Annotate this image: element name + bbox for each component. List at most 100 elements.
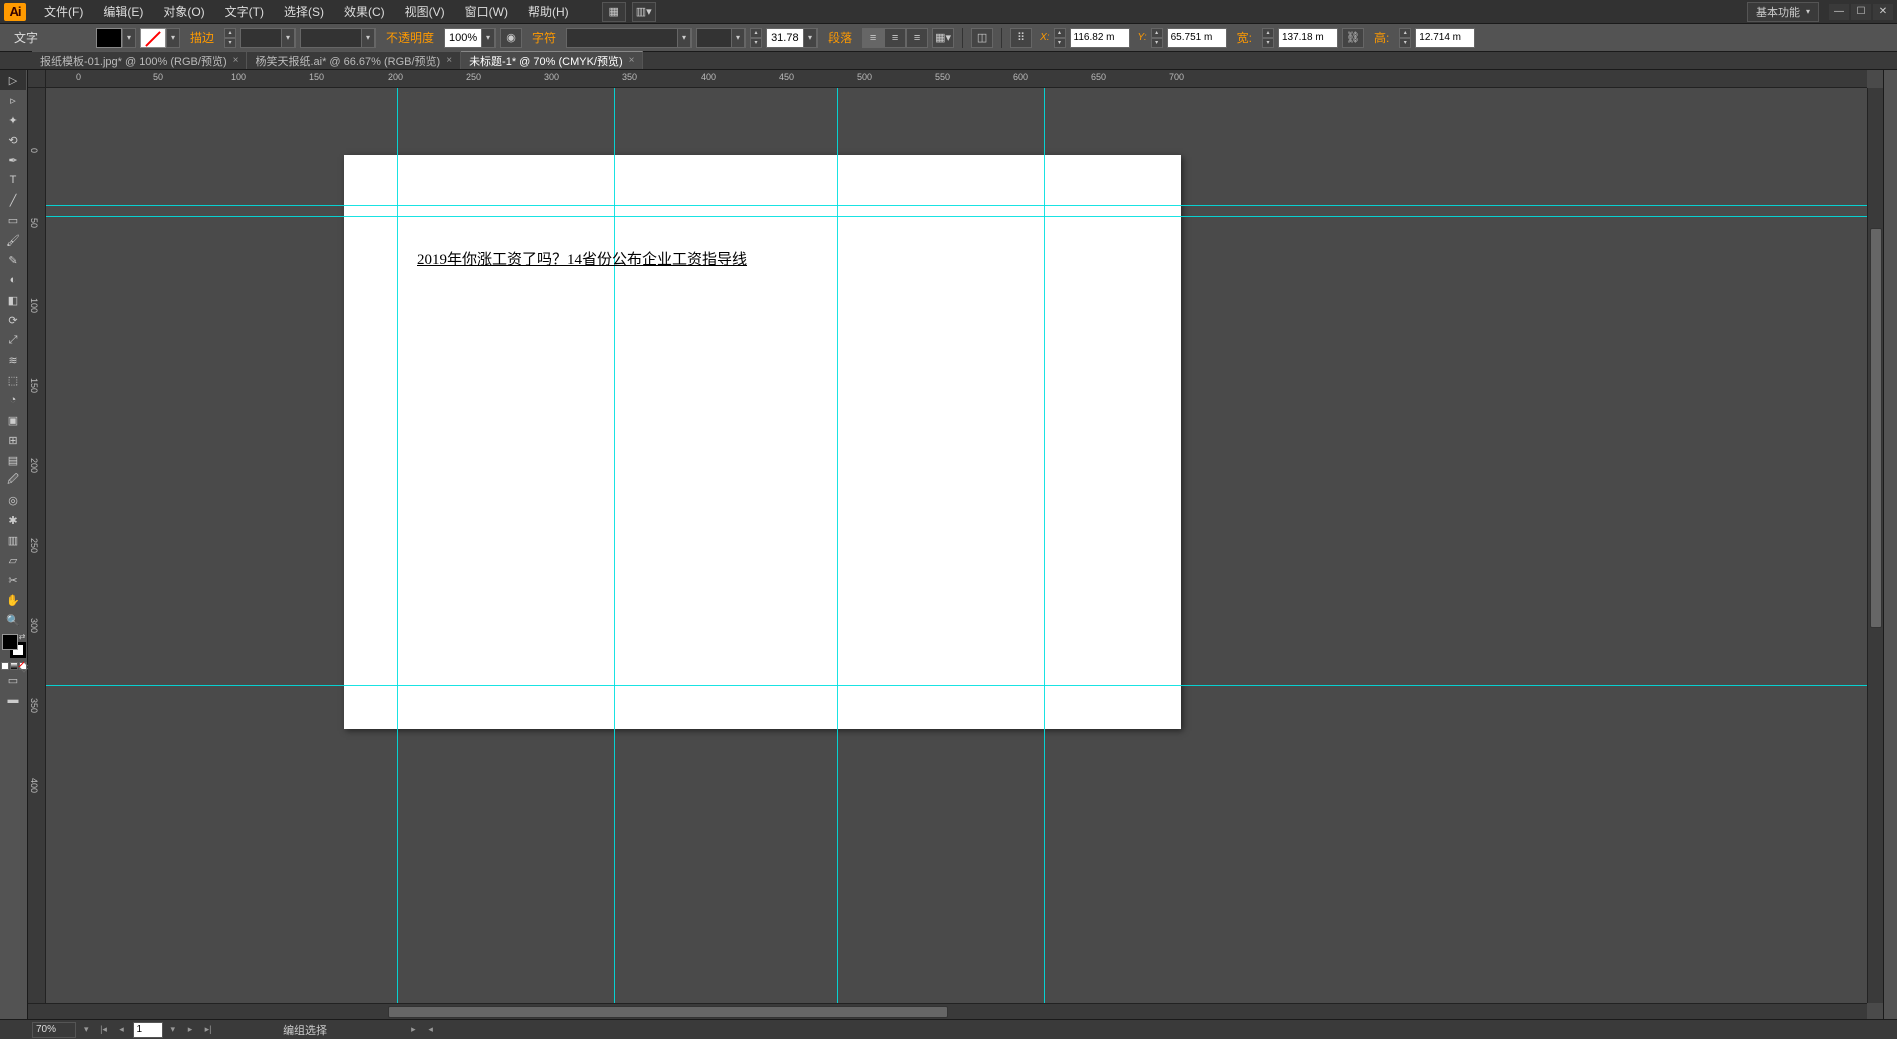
zoom-tool[interactable]: 🔍 bbox=[0, 610, 26, 630]
direct-selection-tool[interactable]: ▹ bbox=[0, 90, 26, 110]
scroll-thumb[interactable] bbox=[388, 1006, 948, 1018]
scroll-left-icon[interactable]: ◂ bbox=[424, 1023, 438, 1037]
link-wh-icon[interactable]: ⛓ bbox=[1342, 28, 1364, 48]
reference-point-icon[interactable]: ⠿ bbox=[1010, 28, 1032, 48]
menu-help[interactable]: 帮助(H) bbox=[518, 1, 579, 23]
selection-tool[interactable]: ▷ bbox=[0, 70, 26, 90]
guide-vertical[interactable] bbox=[837, 88, 838, 1003]
artboard-number-field[interactable] bbox=[133, 1022, 163, 1038]
h-stepper[interactable]: ▴▾ bbox=[1399, 28, 1411, 48]
gradient-tool[interactable]: ▤ bbox=[0, 450, 26, 470]
rectangle-tool[interactable]: ▭ bbox=[0, 210, 26, 230]
fill-dropdown[interactable]: ▾ bbox=[122, 28, 136, 48]
pen-tool[interactable]: ✒ bbox=[0, 150, 26, 170]
ruler-horizontal[interactable]: 0 50 100 150 200 250 300 350 400 450 500… bbox=[46, 70, 1867, 88]
menu-window[interactable]: 窗口(W) bbox=[455, 1, 518, 23]
guide-horizontal[interactable] bbox=[46, 685, 1867, 686]
menu-effect[interactable]: 效果(C) bbox=[334, 1, 395, 23]
menu-edit[interactable]: 编辑(E) bbox=[93, 1, 153, 23]
next-artboard-icon[interactable]: ▸ bbox=[183, 1023, 197, 1037]
stroke-swatch[interactable] bbox=[140, 28, 166, 48]
symbol-sprayer-tool[interactable]: ✱ bbox=[0, 510, 26, 530]
font-size-stepper[interactable]: ▴▾ bbox=[750, 28, 762, 48]
line-tool[interactable]: ╱ bbox=[0, 190, 26, 210]
workspace-switcher[interactable]: 基本功能 ▾ bbox=[1747, 2, 1819, 22]
doc-tab-1[interactable]: 杨笑天报纸.ai* @ 66.67% (RGB/预览)× bbox=[247, 51, 461, 69]
fill-stroke-proxy[interactable]: ⇄ bbox=[2, 634, 26, 658]
shape-builder-tool[interactable]: ◔ bbox=[0, 390, 26, 410]
stroke-weight-stepper[interactable]: ▴▾ bbox=[224, 28, 236, 48]
menu-text[interactable]: 文字(T) bbox=[215, 1, 274, 23]
menu-file[interactable]: 文件(F) bbox=[34, 1, 93, 23]
ruler-origin[interactable] bbox=[28, 70, 46, 88]
guide-horizontal[interactable] bbox=[46, 205, 1867, 206]
slice-tool[interactable]: ✂ bbox=[0, 570, 26, 590]
guide-horizontal[interactable] bbox=[46, 216, 1867, 217]
opacity-field[interactable]: ▾ bbox=[444, 28, 496, 48]
first-artboard-icon[interactable]: |◂ bbox=[97, 1023, 111, 1037]
screen-mode-normal[interactable]: ▭ bbox=[0, 670, 26, 690]
status-info-dropdown[interactable]: ▸ bbox=[411, 1024, 416, 1035]
perspective-tool[interactable]: ▣ bbox=[0, 410, 26, 430]
paintbrush-tool[interactable]: 🖌 bbox=[0, 230, 26, 250]
menu-select[interactable]: 选择(S) bbox=[274, 1, 334, 23]
lasso-tool[interactable]: ⟲ bbox=[0, 130, 26, 150]
guide-vertical[interactable] bbox=[614, 88, 615, 1003]
close-tab-icon[interactable]: × bbox=[233, 55, 239, 66]
scroll-thumb[interactable] bbox=[1870, 228, 1882, 628]
right-panel-dock[interactable] bbox=[1883, 70, 1897, 1019]
scrollbar-horizontal[interactable] bbox=[28, 1003, 1867, 1019]
close-tab-icon[interactable]: × bbox=[446, 55, 452, 66]
artboard-dropdown-icon[interactable]: ▾ bbox=[171, 1024, 176, 1035]
para-panel-label[interactable]: 段落 bbox=[822, 29, 858, 46]
rotate-tool[interactable]: ⟳ bbox=[0, 310, 26, 330]
screen-mode-full[interactable]: ▬ bbox=[0, 690, 26, 710]
prev-artboard-icon[interactable]: ◂ bbox=[115, 1023, 129, 1037]
stroke-weight-field[interactable]: ▾ bbox=[240, 28, 296, 48]
y-stepper[interactable]: ▴▾ bbox=[1151, 28, 1163, 48]
h-field[interactable] bbox=[1415, 28, 1475, 48]
w-stepper[interactable]: ▴▾ bbox=[1262, 28, 1274, 48]
type-tool[interactable]: T bbox=[0, 170, 26, 190]
graph-tool[interactable]: ▥ bbox=[0, 530, 26, 550]
opacity-label[interactable]: 不透明度 bbox=[380, 29, 440, 46]
hand-tool[interactable]: ✋ bbox=[0, 590, 26, 610]
guide-vertical[interactable] bbox=[1044, 88, 1045, 1003]
color-mode-buttons[interactable] bbox=[0, 662, 27, 670]
align-center-icon[interactable]: ≡ bbox=[884, 28, 906, 48]
recolor-icon[interactable]: ◉ bbox=[500, 28, 522, 48]
blend-tool[interactable]: ◎ bbox=[0, 490, 26, 510]
eyedropper-tool[interactable]: 🖉 bbox=[0, 470, 26, 490]
x-stepper[interactable]: ▴▾ bbox=[1054, 28, 1066, 48]
options-icon[interactable]: ▦▾ bbox=[932, 28, 954, 48]
fill-swatch[interactable] bbox=[96, 28, 122, 48]
viewport[interactable]: 2019年你涨工资了吗？14省份公布企业工资指导线 bbox=[46, 88, 1867, 1003]
align-left-icon[interactable]: ≡ bbox=[862, 28, 884, 48]
font-family-field[interactable]: ▾ bbox=[566, 28, 692, 48]
blob-brush-tool[interactable]: ◐ bbox=[0, 270, 26, 290]
arrange-docs-button[interactable]: ▥▾ bbox=[632, 2, 656, 22]
doc-tab-0[interactable]: 报纸模板-01.jpg* @ 100% (RGB/预览)× bbox=[32, 51, 247, 69]
brush-field[interactable]: ▾ bbox=[300, 28, 376, 48]
y-field[interactable] bbox=[1167, 28, 1227, 48]
menu-object[interactable]: 对象(O) bbox=[153, 1, 214, 23]
last-artboard-icon[interactable]: ▸| bbox=[201, 1023, 215, 1037]
width-tool[interactable]: ≋ bbox=[0, 350, 26, 370]
stroke-label[interactable]: 描边 bbox=[184, 29, 220, 46]
scale-tool[interactable]: ⤢ bbox=[0, 330, 26, 350]
align-right-icon[interactable]: ≡ bbox=[906, 28, 928, 48]
magic-wand-tool[interactable]: ✦ bbox=[0, 110, 26, 130]
pencil-tool[interactable]: ✎ bbox=[0, 250, 26, 270]
char-panel-label[interactable]: 字符 bbox=[526, 29, 562, 46]
window-minimize[interactable]: — bbox=[1829, 4, 1849, 20]
doc-tab-2[interactable]: 未标题-1* @ 70% (CMYK/预览)× bbox=[461, 51, 643, 69]
artboard-tool[interactable]: ▱ bbox=[0, 550, 26, 570]
stroke-dropdown[interactable]: ▾ bbox=[166, 28, 180, 48]
transform-icon[interactable]: ◫ bbox=[971, 28, 993, 48]
zoom-dropdown-icon[interactable]: ▾ bbox=[84, 1024, 89, 1035]
guide-vertical[interactable] bbox=[397, 88, 398, 1003]
window-close[interactable]: ✕ bbox=[1873, 4, 1893, 20]
font-style-field[interactable]: ▾ bbox=[696, 28, 746, 48]
free-transform-tool[interactable]: ⬚ bbox=[0, 370, 26, 390]
bridge-button[interactable]: ▦ bbox=[602, 2, 626, 22]
